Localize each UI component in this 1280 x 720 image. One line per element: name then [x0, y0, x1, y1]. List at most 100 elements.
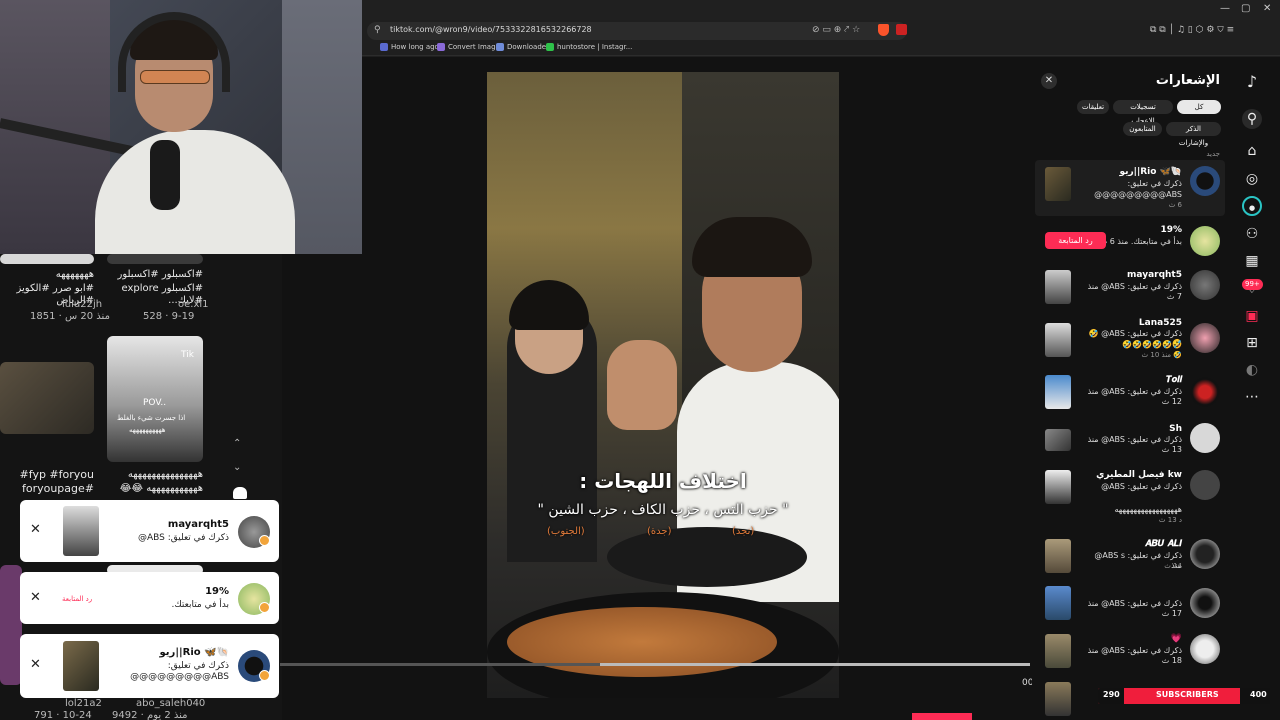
notification-name[interactable]: mayarqht5 — [1127, 270, 1182, 280]
notification-thumbnail[interactable] — [1045, 470, 1071, 504]
chip-followers[interactable]: المتابعون — [1123, 122, 1162, 136]
toast-thumbnail[interactable] — [63, 506, 99, 556]
avatar[interactable] — [1190, 377, 1220, 407]
bookmark-2[interactable]: Convert Image — [437, 43, 500, 51]
more-icon[interactable]: ⋯ — [1242, 387, 1262, 407]
avatar[interactable] — [1190, 270, 1220, 300]
grid-user-2[interactable]: lulu22jh — [62, 299, 102, 310]
notification-item-9[interactable]: ذكرك في تعليق: ABS@ منذ 17 ث — [1040, 586, 1222, 622]
notification-name[interactable]: 𝑻𝒐𝒍𝒍 — [1166, 375, 1182, 385]
toast-thumbnail[interactable] — [63, 641, 99, 691]
notification-item-3[interactable]: mayarqht5 ذكرك في تعليق: ABS@ منذ 7 ث — [1040, 268, 1222, 304]
home-icon[interactable]: ⌂ — [1242, 141, 1262, 161]
upload-icon[interactable]: ⊞ — [1242, 333, 1262, 353]
avatar[interactable] — [1190, 588, 1220, 618]
messages-icon[interactable]: ▣ — [1242, 306, 1262, 326]
notification-thumbnail[interactable] — [1045, 429, 1071, 451]
notification-name[interactable]: 💗 — [1171, 634, 1182, 644]
close-icon[interactable]: ✕ — [1041, 73, 1057, 89]
close-icon[interactable]: ✕ — [30, 590, 41, 605]
notification-thumbnail[interactable] — [1045, 634, 1071, 668]
toast-follow-button[interactable]: رد المتابعة — [62, 595, 92, 603]
notification-thumbnail[interactable] — [1045, 682, 1071, 716]
toast-badge-icon — [259, 670, 270, 681]
close-icon[interactable]: ✕ — [30, 657, 41, 672]
video-frame[interactable]: اختلاف اللهجات : " حزب التس ، حزب الكاف … — [487, 72, 839, 698]
avatar[interactable] — [1190, 323, 1220, 353]
grid-thumb-3[interactable] — [0, 362, 94, 434]
notification-item-5[interactable]: 𝑻𝒐𝒍𝒍 ذكرك في تعليق: ABS@ منذ 12 ث — [1040, 374, 1222, 410]
grid-user-3[interactable]: lol21a2 — [65, 698, 102, 709]
close-icon[interactable]: ✕ — [30, 522, 41, 537]
tiktok-logo-icon[interactable]: ♪ — [1242, 72, 1262, 92]
live-icon[interactable]: ● — [1242, 196, 1262, 216]
notification-thumbnail[interactable] — [1045, 167, 1071, 201]
grid-caption-2a[interactable]: هههههههه — [0, 269, 94, 281]
notification-thumbnail[interactable] — [1045, 323, 1071, 357]
avatar[interactable] — [1190, 166, 1220, 196]
notification-item-7[interactable]: فيصل المطيري kw ذكرك في تعليق: ABS@ هههه… — [1040, 468, 1222, 528]
grid-caption-4[interactable]: #foryoupage — [0, 483, 94, 495]
video-caption-subtitle: " حزب التس ، حزب الكاف ، حزب الشين " — [537, 502, 789, 518]
video-progress-fill — [600, 663, 1030, 666]
notification-name[interactable]: 19% — [1160, 225, 1182, 235]
notification-name[interactable]: فيصل المطيري kw — [1096, 470, 1182, 480]
search-icon[interactable]: ⚲ — [1242, 109, 1262, 129]
notification-name[interactable]: Sh — [1169, 424, 1182, 434]
notification-name[interactable]: 𝑨𝑩𝑼 𝑨𝑳𝑰 — [1145, 539, 1182, 549]
notification-thumbnail[interactable] — [1045, 539, 1071, 573]
brave-shield-icon[interactable] — [878, 24, 889, 36]
grid-caption-1a[interactable]: #اكسبلور #اكسبلور — [107, 269, 203, 281]
notification-item-8[interactable]: 𝑨𝑩𝑼 𝑨𝑳𝑰 ذكرك في تعليق: ABS s@ منذ 14 ث — [1040, 537, 1222, 575]
notification-item-1[interactable]: ريو||Rio 🦋🐚 ذكرك في تعليق: ABS@@@@@@@@@ … — [1040, 164, 1222, 214]
notification-item-4[interactable]: Lana525 ذكرك في تعليق: ABS@ 🤣🤣 🤣🤣🤣🤣🤣🤣 🤣 … — [1040, 317, 1222, 363]
grid-meta-3: 791 · 10-24 — [34, 710, 92, 720]
grid-thumb-2[interactable] — [107, 254, 203, 264]
avatar[interactable] — [1190, 539, 1220, 569]
inbox-icon[interactable]: ▦ — [1242, 251, 1262, 271]
grid-caption-3[interactable]: fyp #foryou# — [0, 469, 94, 481]
close-window-button[interactable]: ✕ — [1263, 3, 1271, 14]
notification-item-6[interactable]: Sh ذكرك في تعليق: ABS@ منذ 13 ث — [1040, 423, 1222, 459]
page-info-icon[interactable]: ⚲ — [374, 25, 381, 35]
chip-comments[interactable]: تعليقات — [1077, 100, 1109, 114]
avatar[interactable] — [1190, 226, 1220, 256]
bookmark-3[interactable]: Downloader — [496, 43, 549, 51]
notification-thumbnail[interactable] — [1045, 586, 1071, 620]
bookmark-4[interactable]: huntostore | Instagr... — [546, 43, 632, 51]
notification-thumbnail[interactable] — [1045, 375, 1071, 409]
grid-caption-6[interactable]: هههههههههههه 😂😂 — [107, 483, 203, 495]
thumb4-text-1: Tik — [181, 350, 194, 360]
profile-icon[interactable]: ◐ — [1242, 360, 1262, 380]
following-icon[interactable]: ⚇ — [1242, 224, 1262, 244]
notification-thumbnail[interactable] — [1045, 270, 1071, 304]
grid-thumb-1[interactable] — [0, 254, 94, 264]
chip-likes[interactable]: تسجيلات الإعجاب — [1113, 100, 1173, 125]
notification-time: 14 ث — [1164, 562, 1182, 570]
address-bar-icons[interactable]: ⊘ ▭ ⊕ ⤤ ☆ — [812, 25, 860, 35]
extension-icons[interactable]: ⧉ ⧉ │ ♫ ▯ ⬡ ⚙ ⛉ ≡ — [1150, 25, 1234, 35]
maximize-button[interactable]: ▢ — [1241, 3, 1250, 14]
chip-mentions[interactable]: الذكر والإشارات — [1166, 122, 1221, 147]
explore-icon[interactable]: ◎ — [1242, 169, 1262, 189]
follow-back-button[interactable]: رد المتابعة — [1045, 232, 1106, 249]
grid-caption-5[interactable]: هههههههههههههههه — [107, 469, 203, 481]
heart-icon[interactable] — [233, 487, 247, 499]
notification-item-10[interactable]: 💗 ذكرك في تعليق: ABS@ منذ 18 ث — [1040, 632, 1222, 672]
chevron-up-icon[interactable]: ⌃ — [233, 438, 241, 449]
brave-rewards-icon[interactable] — [896, 24, 907, 35]
grid-user-1[interactable]: oe.xl1 — [178, 299, 209, 310]
chevron-down-icon[interactable]: ⌄ — [233, 462, 241, 473]
notification-name[interactable]: Lana525 — [1139, 318, 1182, 328]
chip-all-activity[interactable]: كل الأنشطة — [1177, 100, 1221, 125]
grid-thumb-4[interactable]: Tik POV.. اذا جسرت شيء بالغلط هههههههههه… — [107, 336, 203, 462]
avatar[interactable] — [1190, 470, 1220, 500]
avatar[interactable] — [1190, 634, 1220, 664]
bookmark-1[interactable]: How long ago — [380, 43, 439, 51]
avatar[interactable] — [1190, 423, 1220, 453]
grid-thumb-5[interactable] — [0, 565, 22, 685]
grid-user-4[interactable]: abo_saleh040 — [136, 698, 205, 709]
notification-name[interactable]: ريو||Rio 🦋🐚 — [1119, 167, 1182, 177]
url-text[interactable]: tiktok.com/@wron9/video/7533322816532266… — [390, 25, 592, 34]
minimize-button[interactable]: — — [1220, 3, 1230, 14]
